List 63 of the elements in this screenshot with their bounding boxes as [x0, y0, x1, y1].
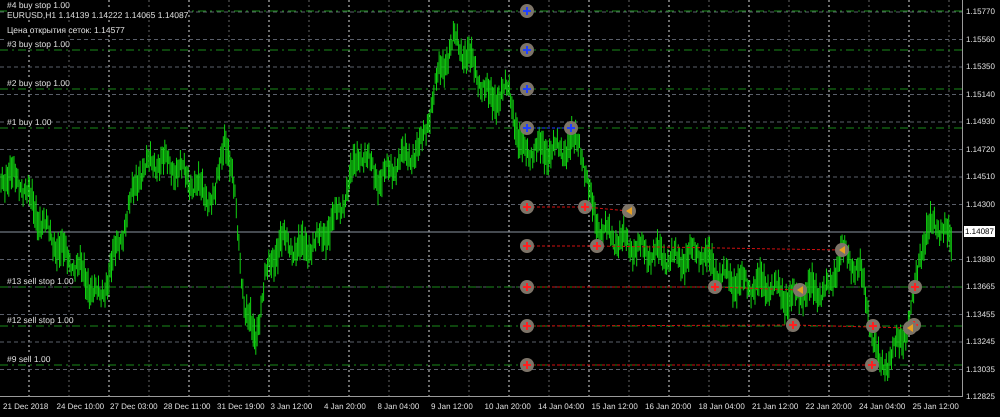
cross-marker-icon: [786, 318, 800, 332]
cross-marker-icon: [520, 43, 534, 57]
grid-open-price-text: Цена открытия сеток: 1.14577: [7, 25, 125, 35]
cross-marker-icon: [590, 239, 604, 253]
price-axis-label: 1.15350: [965, 62, 995, 72]
cross-marker-icon: [908, 280, 922, 294]
cross-marker-icon: [865, 358, 879, 372]
cross-marker-icon: [520, 82, 534, 96]
time-axis-label: 31 Dec 19:00: [216, 401, 266, 413]
price-axis-label: 1.15770: [965, 7, 995, 16]
time-axis-label: 18 Jan 04:00: [698, 401, 746, 413]
time-axis-label: 4 Jan 20:00: [323, 401, 367, 413]
cross-marker-icon: [520, 319, 534, 333]
current-price-tag: 1.14087: [964, 226, 995, 238]
cross-marker-icon: [866, 319, 880, 333]
price-axis-label: 1.14720: [965, 144, 995, 154]
order-label: #2 buy stop 1.00: [7, 78, 70, 88]
price-axis-label: 1.14510: [965, 172, 995, 182]
triangle-marker-icon: [835, 243, 849, 257]
time-axis-label: 24 Dec 10:00: [56, 401, 106, 413]
price-axis-label: 1.13880: [965, 254, 995, 264]
price-axis-label: 1.13665: [965, 282, 995, 292]
time-axis-label: 15 Jan 12:00: [590, 401, 639, 413]
time-axis-label: 27 Dec 03:00: [109, 401, 159, 413]
cross-marker-icon: [520, 358, 534, 372]
order-label: #1 buy 1.00: [7, 117, 52, 127]
triangle-marker-icon: [793, 283, 807, 297]
price-axis-label: 1.14300: [965, 200, 995, 209]
time-axis-label: 14 Jan 04:00: [537, 401, 586, 413]
cross-marker-icon: [578, 200, 592, 214]
time-axis-label: 21 Jan 12:00: [751, 401, 800, 413]
cross-marker-icon: [708, 280, 722, 294]
triangle-marker-icon: [622, 204, 636, 218]
time-axis-label: 25 Jan 12:00: [912, 401, 960, 413]
order-label: #4 buy stop 1.00: [7, 0, 70, 10]
cross-marker-icon: [520, 239, 534, 253]
time-axis-label: 10 Jan 20:00: [484, 401, 532, 413]
price-axis-label: 1.15560: [965, 34, 995, 44]
triangle-marker-icon: [903, 321, 917, 335]
price-axis-label: 1.14930: [965, 117, 995, 126]
time-axis-label: 21 Dec 2018: [2, 401, 50, 413]
price-axis-label: 1.13455: [965, 310, 995, 319]
price-axis-label: 1.13245: [965, 337, 995, 346]
price-axis-label: 1.13035: [965, 364, 995, 374]
cross-marker-icon: [564, 121, 578, 135]
time-axis-label: 28 Dec 11:00: [162, 401, 212, 413]
time-axis-label: 8 Jan 04:00: [376, 401, 420, 413]
order-label: #12 sell stop 1.00: [7, 315, 74, 325]
cross-marker-icon: [520, 200, 534, 214]
price-axis-label: 1.12825: [965, 392, 995, 402]
order-label: #13 sell stop 1.00: [7, 276, 74, 286]
time-axis-label: 3 Jan 12:00: [270, 401, 314, 413]
order-label: #3 buy stop 1.00: [7, 39, 70, 49]
cross-marker-icon: [520, 4, 534, 18]
time-axis-label: 24 Jan 04:00: [858, 401, 906, 413]
time-axis-label: 16 Jan 20:00: [644, 401, 692, 413]
time-axis-label: 22 Jan 20:00: [804, 401, 853, 413]
time-axis-label: 9 Jan 12:00: [430, 401, 474, 413]
order-label: #9 sell 1.00: [7, 354, 50, 364]
symbol-quote-text: EURUSD,H1 1.14139 1.14222 1.14065 1.14087: [7, 10, 188, 20]
price-axis-label: 1.15140: [965, 90, 995, 99]
cross-marker-icon: [520, 121, 534, 135]
cross-marker-icon: [520, 280, 534, 294]
